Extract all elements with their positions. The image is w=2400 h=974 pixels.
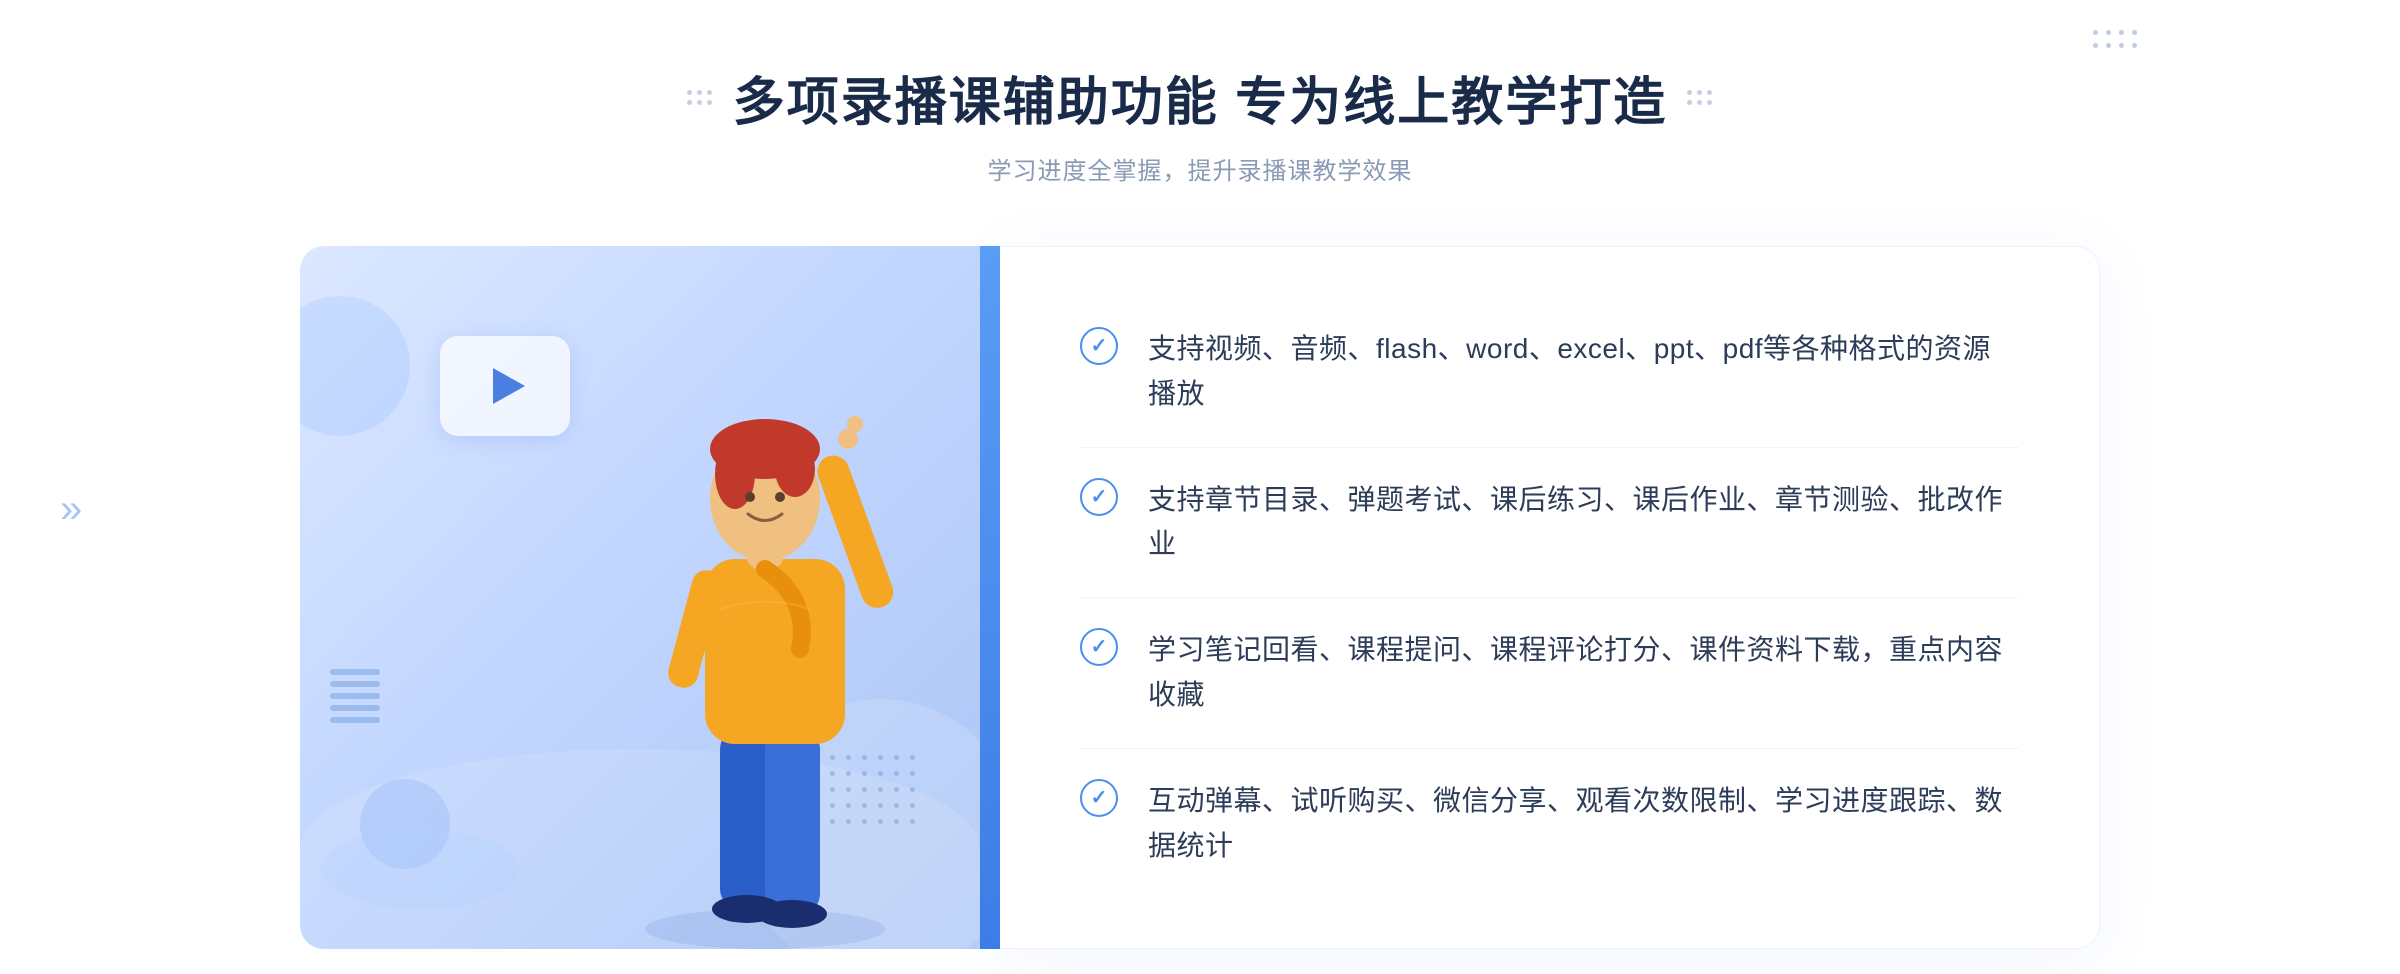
page-container: » 多项录播课辅助功能 专为线上教学打造 学习进度全掌握，提升录播课教学效果 [0, 0, 2400, 974]
feature-item-4: ✓ 互动弹幕、试听购买、微信分享、观看次数限制、学习进度跟踪、数据统计 [1080, 749, 2019, 899]
illustration-inner [300, 246, 980, 949]
illustration-container [300, 246, 980, 949]
left-chevron-decoration: » [60, 487, 82, 532]
title-right-decoration [1687, 90, 1713, 106]
blue-accent-panel [980, 246, 1000, 949]
main-title: 多项录播课辅助功能 专为线上教学打造 [733, 60, 1667, 135]
feature-text-3: 学习笔记回看、课程提问、课程评论打分、课件资料下载，重点内容收藏 [1148, 628, 2019, 718]
check-mark-4: ✓ [1091, 788, 1108, 808]
feature-item-1: ✓ 支持视频、音频、flash、word、excel、ppt、pdf等各种格式的… [1080, 297, 2019, 448]
content-section: ✓ 支持视频、音频、flash、word、excel、ppt、pdf等各种格式的… [300, 246, 2100, 949]
play-icon [493, 368, 525, 404]
check-circle-2: ✓ [1080, 478, 1118, 516]
header-section: 多项录播课辅助功能 专为线上教学打造 学习进度全掌握，提升录播课教学效果 [687, 60, 1713, 186]
subtitle: 学习进度全掌握，提升录播课教学效果 [687, 151, 1713, 186]
check-mark-2: ✓ [1091, 487, 1108, 507]
feature-item-3: ✓ 学习笔记回看、课程提问、课程评论打分、课件资料下载，重点内容收藏 [1080, 598, 2019, 749]
person-illustration [590, 329, 940, 949]
check-circle-3: ✓ [1080, 628, 1118, 666]
feature-text-2: 支持章节目录、弹题考试、课后练习、课后作业、章节测验、批改作业 [1148, 478, 2019, 568]
feature-text-4: 互动弹幕、试听购买、微信分享、观看次数限制、学习进度跟踪、数据统计 [1148, 779, 2019, 869]
circle-medium [300, 296, 410, 436]
features-container: ✓ 支持视频、音频、flash、word、excel、ppt、pdf等各种格式的… [1000, 246, 2100, 949]
feature-item-2: ✓ 支持章节目录、弹题考试、课后练习、课后作业、章节测验、批改作业 [1080, 448, 2019, 599]
title-left-decoration [687, 90, 713, 106]
check-mark-3: ✓ [1091, 637, 1108, 657]
check-circle-4: ✓ [1080, 779, 1118, 817]
check-mark-1: ✓ [1091, 336, 1108, 356]
illus-bg-ellipse [320, 829, 520, 909]
decoration-dots-top-right [2093, 30, 2140, 51]
check-circle-1: ✓ [1080, 327, 1118, 365]
stripes-decoration [330, 669, 380, 749]
play-bubble [440, 336, 570, 436]
feature-text-1: 支持视频、音频、flash、word、excel、ppt、pdf等各种格式的资源… [1148, 327, 2019, 417]
title-row: 多项录播课辅助功能 专为线上教学打造 [687, 60, 1713, 135]
